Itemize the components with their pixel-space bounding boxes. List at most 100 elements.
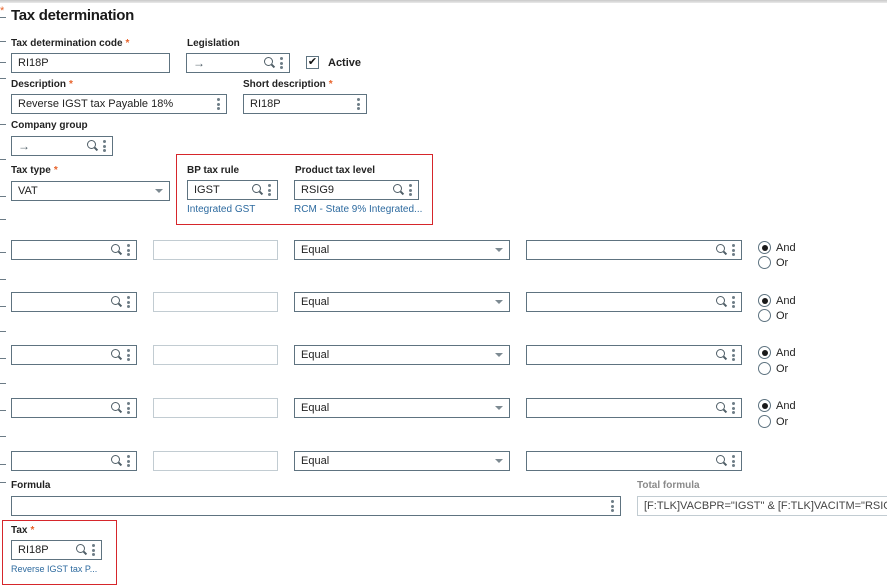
condition-field-input[interactable] [11,451,137,471]
search-icon[interactable] [716,455,728,467]
more-options-icon[interactable] [268,184,271,196]
required-marker: * [69,79,73,90]
condition-target-input[interactable] [526,398,742,418]
search-icon[interactable] [76,544,88,556]
radio-button[interactable] [758,309,771,322]
field-value: [F:TLK]VACBPR="IGST" & [F:TLK]VACITM="RS… [644,500,887,512]
condition-operator-select[interactable]: Equal [294,240,510,260]
search-icon[interactable] [716,402,728,414]
chevron-down-icon [495,353,503,357]
tax-determination-code-label: Tax determination code * [11,38,129,49]
short-description-input[interactable]: RI18P [243,94,367,114]
bp-tax-rule-input[interactable]: IGST [187,180,278,200]
more-options-icon[interactable] [127,244,130,256]
condition-field-input[interactable] [11,240,137,260]
search-icon[interactable] [716,244,728,256]
search-icon[interactable] [111,296,123,308]
radio-label: Or [776,415,789,428]
condition-value-input[interactable] [153,451,278,471]
tax-input[interactable]: RI18P [11,540,102,560]
chevron-down-icon [495,406,503,410]
more-options-icon[interactable] [127,455,130,467]
tax-description-link[interactable]: Reverse IGST tax P... [11,564,97,574]
tax-type-select[interactable]: VAT [11,181,170,201]
radio-and[interactable]: And [758,346,796,359]
search-icon[interactable] [716,296,728,308]
more-options-icon[interactable] [103,140,106,152]
condition-operator-select[interactable]: Equal [294,451,510,471]
search-icon[interactable] [393,184,405,196]
radio-and[interactable]: And [758,241,796,254]
formula-input[interactable] [11,496,621,516]
field-value: Equal [301,296,330,308]
company-group-input[interactable]: → [11,136,113,156]
more-options-icon[interactable] [732,402,735,414]
company-group-label: Company group [11,120,88,131]
condition-target-input[interactable] [526,240,742,260]
radio-button[interactable] [758,362,771,375]
radio-button-selected[interactable] [758,241,771,254]
product-tax-level-description-link[interactable]: RCM - State 9% Integrated... [294,204,422,215]
search-icon[interactable] [111,402,123,414]
label-text: Short description [243,79,326,90]
condition-target-input[interactable] [526,451,742,471]
more-options-icon[interactable] [127,296,130,308]
condition-operator-select[interactable]: Equal [294,345,510,365]
more-options-icon[interactable] [357,98,360,110]
radio-label: And [776,294,796,307]
radio-or[interactable]: Or [758,309,788,322]
condition-operator-select[interactable]: Equal [294,398,510,418]
field-value: RI18P [18,57,49,69]
condition-field-input[interactable] [11,398,137,418]
radio-label: And [776,399,796,412]
condition-field-input[interactable] [11,292,137,312]
condition-value-input[interactable] [153,398,278,418]
search-icon[interactable] [716,349,728,361]
condition-value-input[interactable] [153,240,278,260]
more-options-icon[interactable] [611,500,614,512]
condition-field-input[interactable] [11,345,137,365]
condition-target-input[interactable] [526,345,742,365]
radio-or[interactable]: Or [758,256,788,269]
search-icon[interactable] [111,244,123,256]
search-icon[interactable] [252,184,264,196]
label-text: Tax [11,525,28,536]
radio-button[interactable] [758,256,771,269]
more-options-icon[interactable] [127,402,130,414]
condition-value-input[interactable] [153,292,278,312]
more-options-icon[interactable] [127,349,130,361]
more-options-icon[interactable] [732,349,735,361]
radio-button[interactable] [758,415,771,428]
radio-button-selected[interactable] [758,399,771,412]
radio-and[interactable]: And [758,294,796,307]
condition-target-input[interactable] [526,292,742,312]
condition-value-input[interactable] [153,345,278,365]
description-input[interactable]: Reverse IGST tax Payable 18% [11,94,227,114]
search-icon[interactable] [264,57,276,69]
radio-or[interactable]: Or [758,362,788,375]
search-icon[interactable] [111,455,123,467]
search-icon[interactable] [87,140,99,152]
more-options-icon[interactable] [409,184,412,196]
tax-determination-code-input[interactable]: RI18P [11,53,170,73]
field-value: IGST [194,184,220,196]
more-options-icon[interactable] [92,544,95,556]
radio-button-selected[interactable] [758,294,771,307]
more-options-icon[interactable] [732,296,735,308]
radio-or[interactable]: Or [758,415,788,428]
radio-and[interactable]: And [758,399,796,412]
field-value: VAT [18,185,38,197]
condition-operator-select[interactable]: Equal [294,292,510,312]
radio-button-selected[interactable] [758,346,771,359]
field-value: RSIG9 [301,184,335,196]
active-checkbox-group[interactable]: ✔ Active [306,56,361,69]
more-options-icon[interactable] [280,57,283,69]
legislation-input[interactable]: → [186,53,290,73]
product-tax-level-input[interactable]: RSIG9 [294,180,419,200]
more-options-icon[interactable] [217,98,220,110]
bp-tax-rule-description-link[interactable]: Integrated GST [187,204,255,215]
more-options-icon[interactable] [732,455,735,467]
search-icon[interactable] [111,349,123,361]
more-options-icon[interactable] [732,244,735,256]
active-checkbox[interactable]: ✔ [306,56,319,69]
